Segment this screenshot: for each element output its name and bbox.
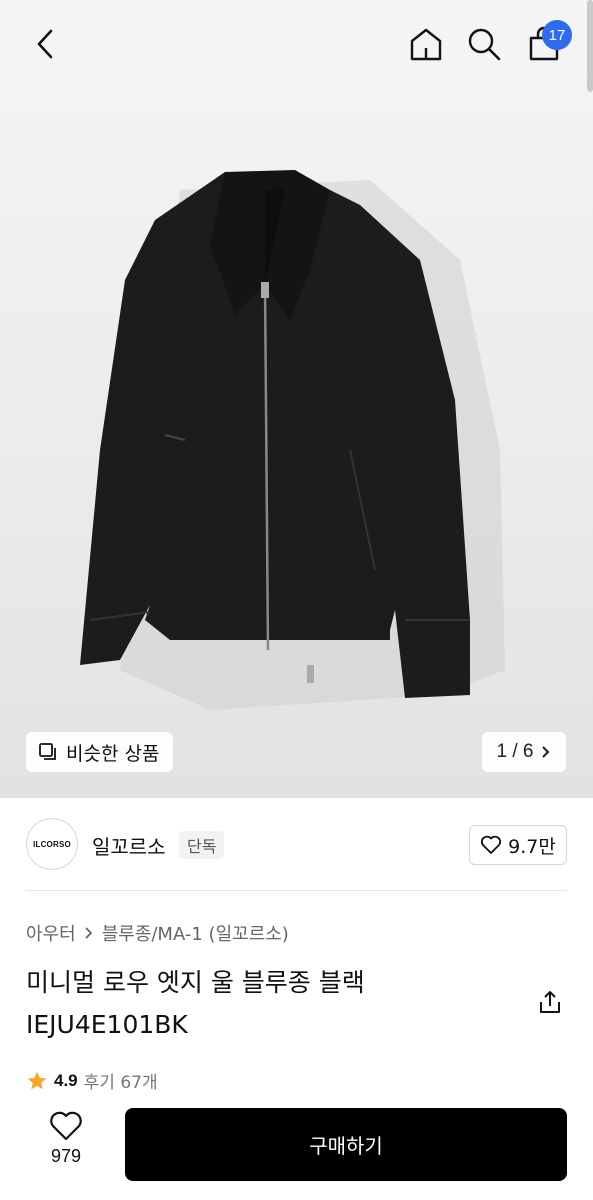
brand-logo-text: ILCORSO [33, 839, 71, 849]
review-count-link[interactable]: 후기 67개 [84, 1068, 158, 1093]
star-icon [27, 1071, 47, 1089]
heart-icon [481, 835, 502, 854]
back-button[interactable] [24, 22, 68, 66]
rating-score: 4.9 [54, 1070, 78, 1090]
share-icon [540, 991, 560, 1013]
heart-icon [50, 1111, 82, 1141]
wishlist-button[interactable]: 979 [30, 1110, 102, 1190]
breadcrumb-category[interactable]: 아우터 [26, 920, 76, 946]
share-button[interactable] [532, 984, 568, 1020]
brand-like-button[interactable]: 9.7만 [469, 825, 567, 865]
similar-icon [39, 743, 56, 760]
scrollbar[interactable] [587, 0, 593, 92]
brand-like-count: 9.7만 [508, 835, 556, 858]
brand-row: ILCORSO 일꼬르소 단독 9.7만 [26, 816, 567, 876]
top-navigation: 17 [0, 0, 593, 90]
exclusive-badge: 단독 [179, 831, 225, 859]
cart-count-badge: 17 [542, 20, 572, 50]
wishlist-count: 979 [50, 1146, 82, 1166]
back-arrow-icon [37, 29, 53, 59]
bottom-action-bar: 979 구매하기 [0, 1100, 593, 1200]
pager-text: 1 / 6 [496, 741, 534, 762]
chevron-right-icon [542, 746, 550, 758]
divider [26, 890, 567, 891]
similar-products-label: 비슷한 상품 [66, 742, 160, 765]
buy-button-label: 구매하기 [309, 1134, 383, 1158]
brand-name[interactable]: 일꼬르소 [92, 831, 166, 860]
brand-logo[interactable]: ILCORSO [26, 818, 78, 870]
chevron-right-icon [85, 927, 92, 939]
home-button[interactable] [404, 22, 448, 66]
breadcrumb-subcategory[interactable]: 블루종/MA-1 (일꼬르소) [102, 920, 289, 946]
image-pager[interactable]: 1 / 6 [482, 732, 566, 772]
search-button[interactable] [462, 22, 506, 66]
jacket-photo [80, 170, 505, 710]
product-image[interactable]: 비슷한 상품 1 / 6 [0, 0, 593, 798]
similar-products-button[interactable]: 비슷한 상품 [26, 732, 174, 772]
product-title: 미니멀 로우 엣지 울 블루종 블랙 IEJU4E101BK [26, 968, 365, 1039]
buy-button[interactable]: 구매하기 [125, 1108, 567, 1181]
home-icon [410, 28, 442, 61]
breadcrumb: 아우터 블루종/MA-1 (일꼬르소) [26, 920, 289, 946]
rating-summary: 4.9 후기 67개 [26, 1068, 158, 1093]
search-icon [468, 28, 501, 61]
cart-button[interactable]: 17 [522, 20, 572, 66]
